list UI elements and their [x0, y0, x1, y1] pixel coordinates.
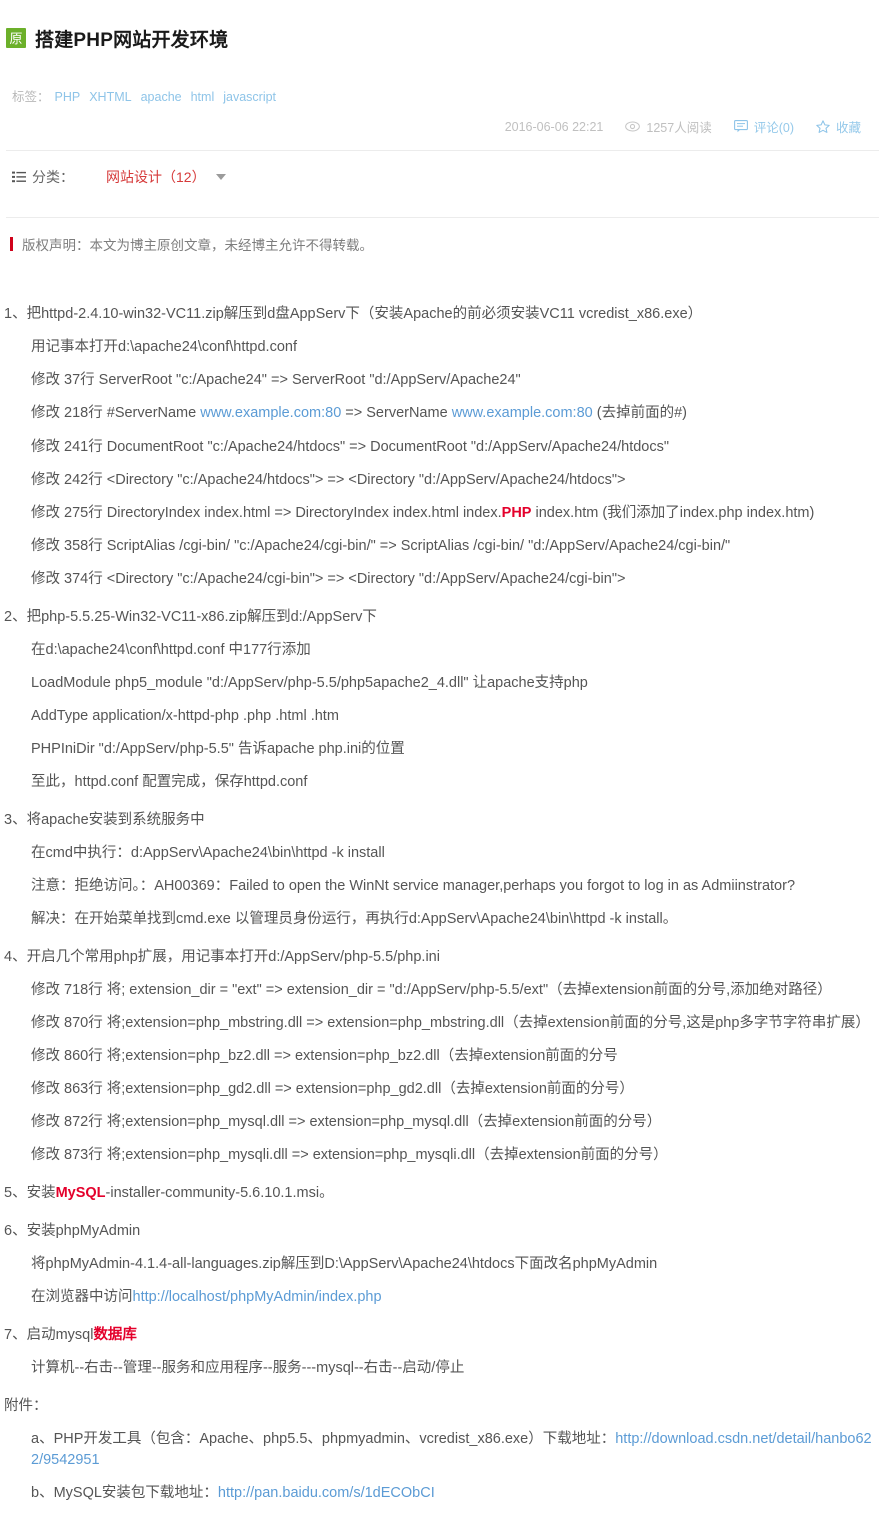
category-divider [6, 217, 879, 219]
tag-html[interactable]: html [191, 90, 215, 104]
attachments-section: 附件： a、PHP开发工具（包含：Apache、php5.5、phpmyadmi… [4, 1390, 881, 1510]
attachment-a-prefix: a、PHP开发工具（包含：Apache、php5.5、phpmyadmin、vc… [31, 1430, 616, 1447]
article-meta-row: 2016-06-06 22:21 1257人阅读 评论(0) 收藏 [6, 117, 879, 136]
step-4-line-6: 修改 873行 将;extension=php_mysqli.dll => ex… [31, 1146, 668, 1163]
category-value[interactable]: 网站设计（12） [106, 167, 206, 187]
favorite-item[interactable]: 收藏 [816, 117, 861, 136]
step-2-line-5: 至此，httpd.conf 配置完成，保存httpd.conf [31, 773, 308, 790]
tag-apache[interactable]: apache [141, 90, 182, 104]
comment-label: 评论(0) [753, 121, 794, 136]
article-header: 原 搭建PHP网站开发环境 标签： PHP XHTML apache html javas… [0, 0, 891, 254]
line-275-suffix: index.htm (我们添加了index.php index.htm) [531, 504, 815, 521]
line-218-prefix: 修改 218行 #ServerName [31, 405, 201, 422]
attachment-b-prefix: b、MySQL安装包下载地址： [31, 1484, 218, 1501]
step-7-title: 7、启动mysql数据库 [4, 1319, 881, 1352]
line-218-middle: => ServerName [341, 405, 452, 422]
step-2-line-2: LoadModule php5_module "d:/AppServ/php-5… [31, 674, 588, 691]
step-6: 6、安装phpMyAdmin 将phpMyAdmin-4.1.4-all-lan… [4, 1215, 881, 1314]
tags-label: 标签： [12, 90, 50, 105]
step-7-highlight: 数据库 [93, 1326, 137, 1343]
tag-javascript[interactable]: javascript [223, 90, 276, 104]
read-count-label: 1257人阅读 [646, 121, 712, 136]
step-5-prefix: 5、安装 [4, 1184, 56, 1201]
copyright-text: 版权声明：本文为博主原创文章，未经博主允许不得转载。 [22, 238, 373, 254]
tag-php[interactable]: PHP [55, 90, 81, 104]
step-1: 1、把httpd-2.4.10-win32-VC11.zip解压到d盘AppSe… [4, 298, 881, 595]
step-3: 3、将apache安装到系统服务中 在cmd中执行：d:AppServ\Apac… [4, 804, 881, 936]
step-1-line-1: 用记事本打开d:\apache24\conf\httpd.conf [31, 339, 297, 356]
attachment-b: b、MySQL安装包下载地址：http://pan.baidu.com/s/1d… [4, 1477, 881, 1510]
step-1-line-275: 修改 275行 DirectoryIndex index.html => Dir… [4, 497, 881, 530]
attachment-b-link[interactable]: http://pan.baidu.com/s/1dECObCI [218, 1485, 435, 1501]
step-6-line-1: 将phpMyAdmin-4.1.4-all-languages.zip解压到D:… [31, 1255, 658, 1272]
list-icon [12, 171, 26, 183]
step-2-title: 2、把php-5.5.25-Win32-VC11-x86.zip解压到d:/Ap… [4, 608, 377, 625]
star-icon [816, 120, 830, 134]
phpmyadmin-localhost-link[interactable]: http://localhost/phpMyAdmin/index.php [133, 1289, 382, 1305]
article-content: 1、把httpd-2.4.10-win32-VC11.zip解压到d盘AppSe… [0, 298, 891, 1510]
line-275-highlight: PHP [501, 504, 532, 521]
attachment-a: a、PHP开发工具（包含：Apache、php5.5、phpmyadmin、vc… [4, 1423, 881, 1477]
comment-icon [733, 120, 748, 133]
page-title: 搭建PHP网站开发环境 [35, 29, 229, 51]
step-5: 5、安装MySQL-installer-community-5.6.10.1.m… [4, 1177, 881, 1210]
category-row: 分类： 网站设计（12） [6, 151, 879, 203]
step-4-line-4: 修改 863行 将;extension=php_gd2.dll => exten… [31, 1080, 634, 1097]
step-1-line-2: 修改 37行 ServerRoot "c:/Apache24" => Serve… [31, 372, 521, 389]
line-275-prefix: 修改 275行 DirectoryIndex index.html => Dir… [31, 504, 502, 521]
step-4-title: 4、开启几个常用php扩展，用记事本打开d:/AppServ/php-5.5/p… [4, 948, 440, 965]
comment-item[interactable]: 评论(0) [733, 117, 794, 136]
step-7: 7、启动mysql数据库 计算机--右击--管理--服务和应用程序--服务---… [4, 1319, 881, 1385]
eye-icon [625, 121, 641, 132]
step-1-line-4: 修改 242行 <Directory "c:/Apache24/htdocs">… [31, 471, 626, 488]
attachments-title: 附件： [4, 1397, 48, 1414]
step-1-line-6: 修改 374行 <Directory "c:/Apache24/cgi-bin"… [31, 570, 626, 587]
title-row: 原 搭建PHP网站开发环境 [6, 8, 879, 64]
step-4-line-1: 修改 718行 将; extension_dir = "ext" => exte… [31, 981, 832, 998]
step-1-line-218: 修改 218行 #ServerName www.example.com:80 =… [4, 397, 881, 430]
step-4: 4、开启几个常用php扩展，用记事本打开d:/AppServ/php-5.5/p… [4, 941, 881, 1172]
step-1-title: 1、把httpd-2.4.10-win32-VC11.zip解压到d盘AppSe… [4, 306, 703, 323]
copyright-notice: 版权声明：本文为博主原创文章，未经博主允许不得转载。 [10, 234, 879, 254]
step-2-line-4: PHPIniDir "d:/AppServ/php-5.5" 告诉apache … [31, 740, 405, 757]
line-218-suffix: (去掉前面的#) [592, 405, 687, 422]
step-1-line-3: 修改 241行 DocumentRoot "c:/Apache24/htdocs… [31, 438, 669, 455]
tag-xhtml[interactable]: XHTML [89, 90, 131, 104]
step-2: 2、把php-5.5.25-Win32-VC11-x86.zip解压到d:/Ap… [4, 601, 881, 799]
example-link-2[interactable]: www.example.com:80 [452, 405, 593, 421]
step-5-highlight: MySQL [55, 1184, 106, 1201]
copyright-bar [10, 237, 13, 252]
step-1-line-5: 修改 358行 ScriptAlias /cgi-bin/ "c:/Apache… [31, 537, 731, 554]
example-link-1[interactable]: www.example.com:80 [200, 405, 341, 421]
step-7-line-1: 计算机--右击--管理--服务和应用程序--服务---mysql--右击--启动… [31, 1359, 465, 1376]
read-count-item: 1257人阅读 [625, 117, 712, 136]
category-label: 分类： [32, 169, 74, 186]
step-5-title: 5、安装MySQL-installer-community-5.6.10.1.m… [4, 1177, 881, 1210]
step-7-prefix: 7、启动mysql [4, 1326, 94, 1343]
favorite-label: 收藏 [835, 121, 861, 136]
step-2-line-1: 在d:\apache24\conf\httpd.conf 中177行添加 [31, 641, 311, 658]
step-3-title: 3、将apache安装到系统服务中 [4, 811, 205, 828]
step-6-line-2: 在浏览器中访问http://localhost/phpMyAdmin/index… [4, 1281, 881, 1314]
chevron-down-icon[interactable] [215, 174, 226, 181]
step-5-suffix: -installer-community-5.6.10.1.msi。 [105, 1184, 334, 1201]
step-3-line-3: 解决：在开始菜单找到cmd.exe 以管理员身份运行，再执行d:AppServ\… [31, 910, 678, 927]
step-2-line-3: AddType application/x-httpd-php .php .ht… [31, 707, 339, 724]
step-4-line-3: 修改 860行 将;extension=php_bz2.dll => exten… [31, 1047, 618, 1064]
step-6-title: 6、安装phpMyAdmin [4, 1222, 141, 1239]
step-4-line-2: 修改 870行 将;extension=php_mbstring.dll => … [31, 1014, 870, 1031]
step-3-line-2: 注意：拒绝访问。：AH00369：Failed to open the WinN… [31, 877, 796, 894]
publish-date: 2016-06-06 22:21 [504, 119, 604, 134]
step-4-line-5: 修改 872行 将;extension=php_mysql.dll => ext… [31, 1113, 662, 1130]
tags-row: 标签： PHP XHTML apache html javascript [6, 86, 879, 105]
step-3-line-1: 在cmd中执行：d:AppServ\Apache24\bin\httpd -k … [31, 844, 385, 861]
original-badge: 原 [6, 28, 26, 49]
step-6-line-2-prefix: 在浏览器中访问 [31, 1288, 133, 1305]
